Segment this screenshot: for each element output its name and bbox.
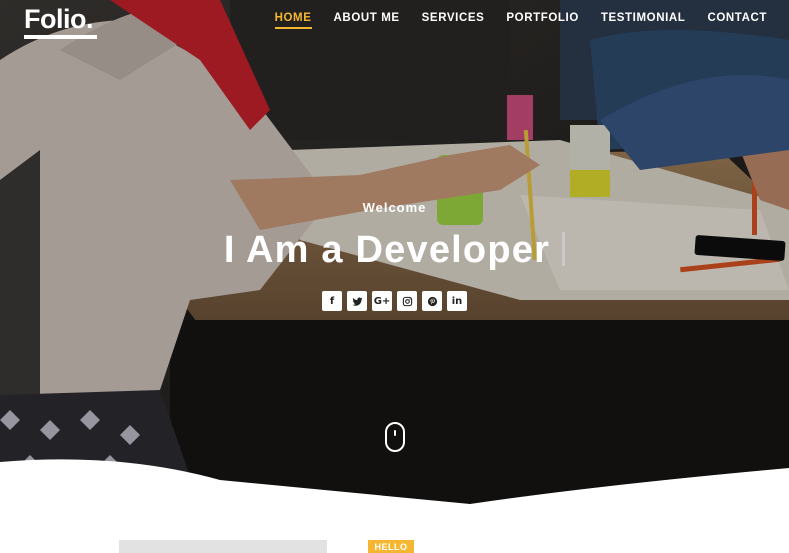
site-logo[interactable]: Folio. bbox=[24, 4, 93, 34]
twitter-bird-icon bbox=[351, 297, 363, 306]
facebook-icon[interactable]: f bbox=[322, 291, 342, 311]
mouse-scroll-icon[interactable] bbox=[385, 422, 405, 452]
twitter-icon[interactable] bbox=[347, 291, 367, 311]
typing-cursor bbox=[562, 232, 566, 266]
nav-item-about-me[interactable]: ABOUT ME bbox=[334, 12, 400, 29]
hero-welcome-text: Welcome bbox=[362, 200, 427, 215]
facebook-glyph: f bbox=[329, 295, 335, 307]
social-links: f G+ in bbox=[0, 291, 789, 311]
linkedin-glyph: in bbox=[451, 295, 463, 307]
nav-item-testimonial[interactable]: TESTIMONIAL bbox=[601, 12, 686, 29]
instagram-icon[interactable] bbox=[397, 291, 417, 311]
nav-item-services[interactable]: SERVICES bbox=[422, 12, 485, 29]
hero-headline: I Am a Developer bbox=[0, 226, 789, 274]
logo-underline bbox=[24, 35, 97, 39]
hero-bottom-wave bbox=[0, 459, 789, 553]
pinterest-p-icon bbox=[427, 296, 437, 306]
main-nav: HOME ABOUT ME SERVICES PORTFOLIO TESTIMO… bbox=[253, 12, 767, 29]
mouse-wheel bbox=[394, 430, 396, 436]
pinterest-icon[interactable] bbox=[422, 291, 442, 311]
nav-item-home[interactable]: HOME bbox=[274, 12, 312, 29]
instagram-camera-icon bbox=[402, 296, 412, 306]
nav-item-portfolio[interactable]: PORTFOLIO bbox=[506, 12, 578, 29]
about-image-placeholder bbox=[119, 540, 327, 553]
hello-badge: HELLO bbox=[368, 540, 414, 553]
google-plus-icon[interactable]: G+ bbox=[372, 291, 392, 311]
nav-item-contact[interactable]: CONTACT bbox=[707, 12, 767, 29]
google-plus-glyph: G+ bbox=[373, 295, 391, 307]
hero-headline-text: I Am a Developer bbox=[223, 229, 551, 271]
linkedin-icon[interactable]: in bbox=[447, 291, 467, 311]
